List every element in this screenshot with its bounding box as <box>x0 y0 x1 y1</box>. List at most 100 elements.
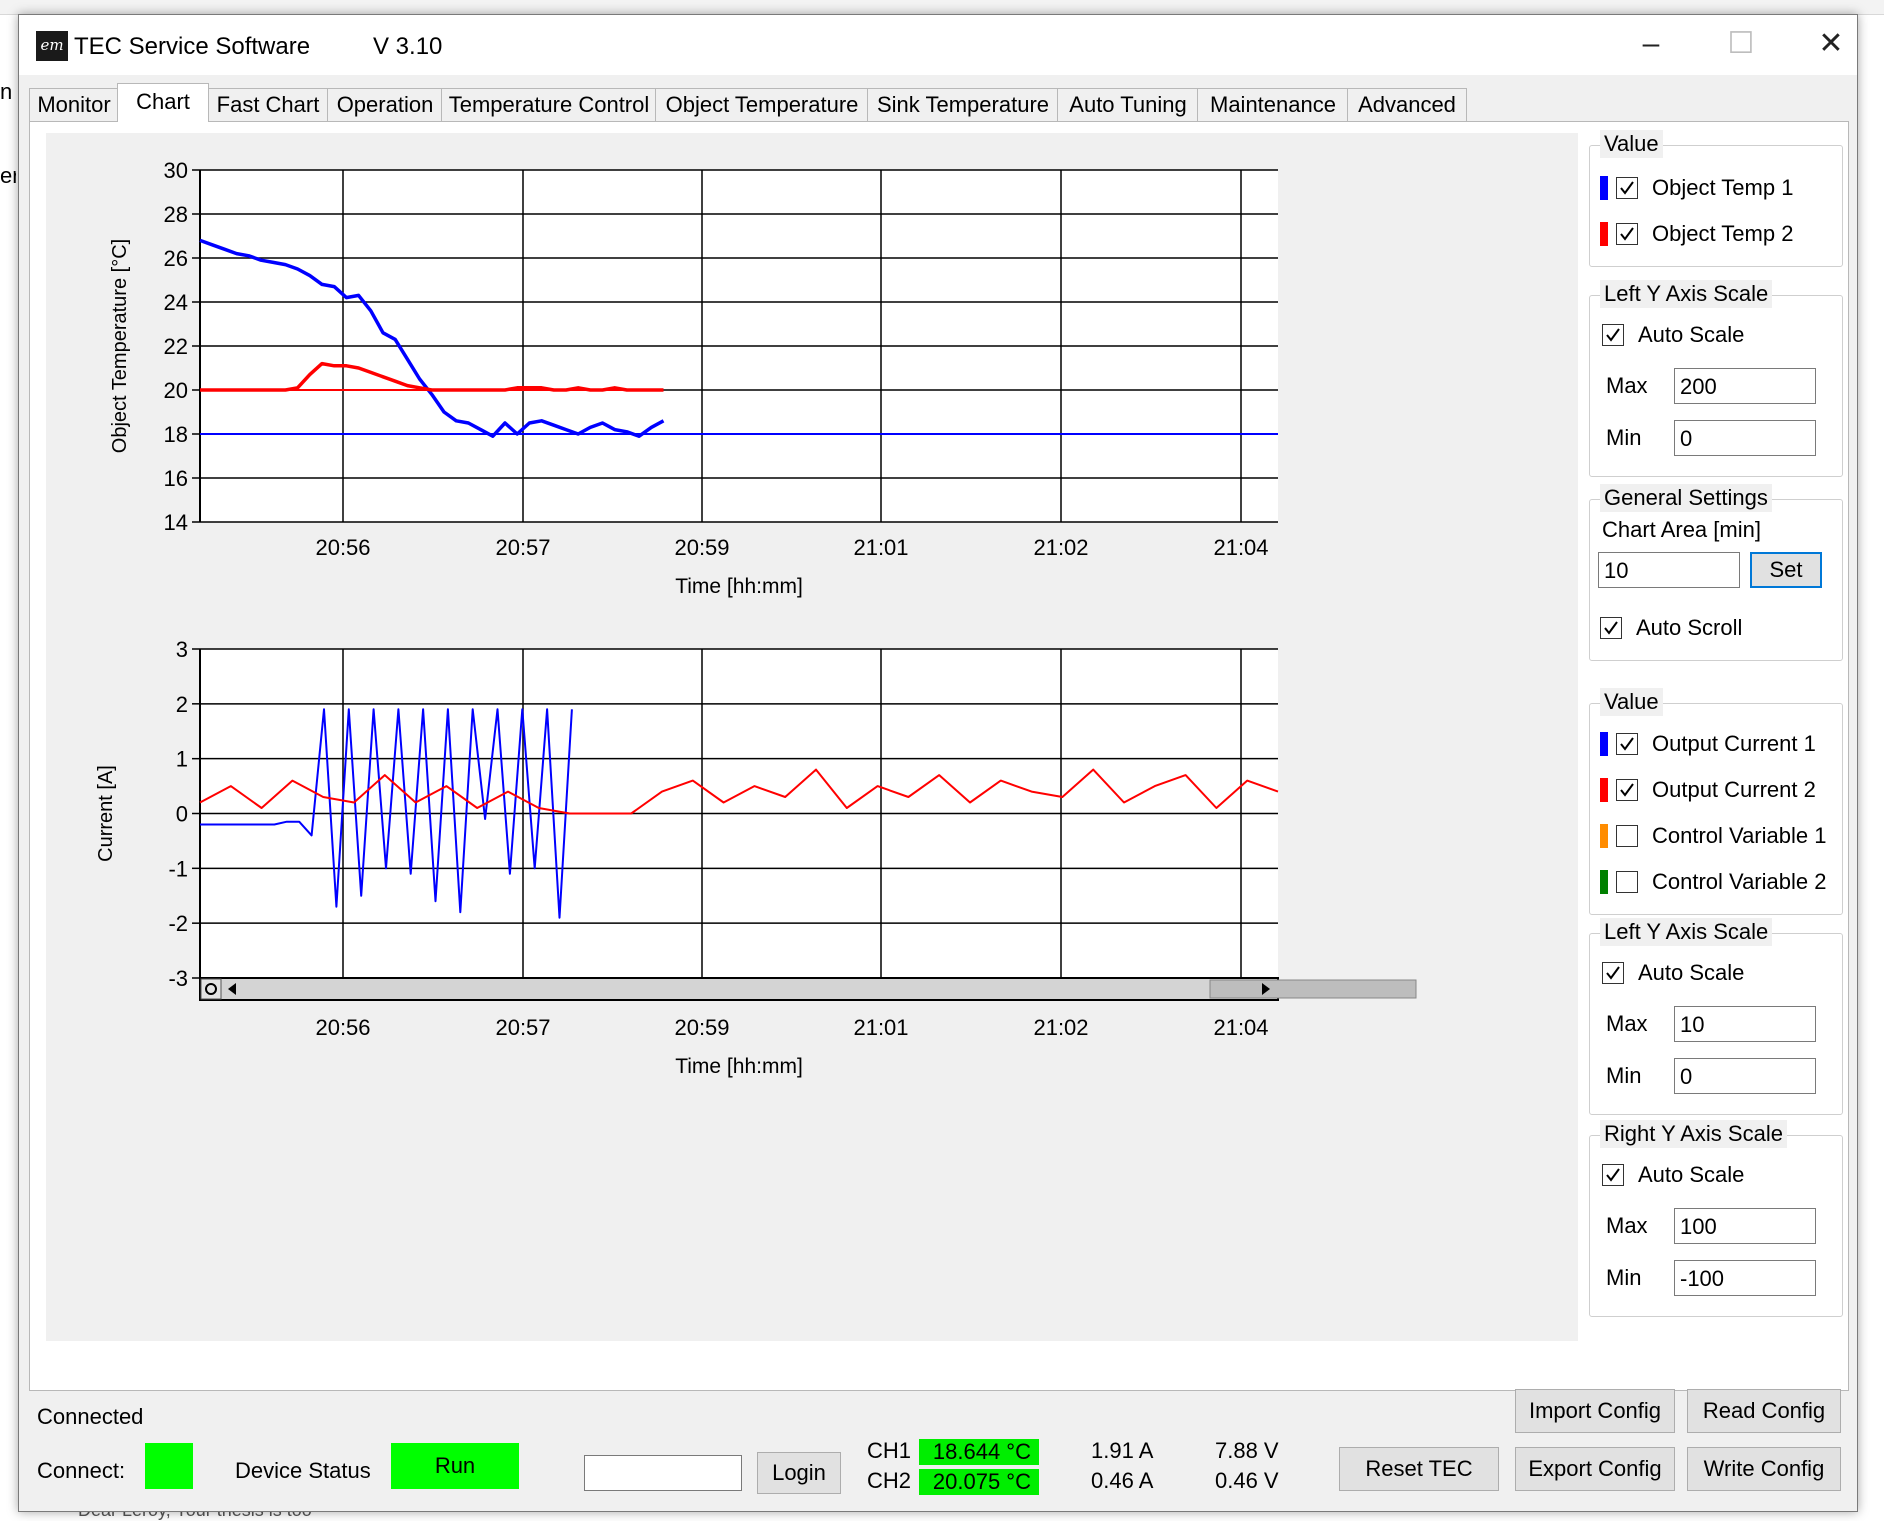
auto-scale-label: Auto Scale <box>1638 960 1745 985</box>
group-title: Value <box>1600 130 1663 158</box>
auto-scale-checkbox-current[interactable] <box>1602 962 1624 984</box>
tab-object-temperature[interactable]: Object Temperature <box>655 88 869 121</box>
charts-svg: 14161820222426283020:56 20:57 20:59 21:01 21… <box>95 158 1417 1078</box>
minimize-icon[interactable]: – <box>1609 15 1693 75</box>
tab-sink-temperature[interactable]: Sink Temperature <box>867 88 1059 121</box>
write-config-button[interactable]: Write Config <box>1687 1447 1841 1491</box>
x-tick-label: 20:57 <box>495 535 550 560</box>
output-current-1-color-swatch <box>1600 732 1608 756</box>
right-min-input[interactable]: -100 <box>1674 1260 1816 1296</box>
general-settings-group: General Settings Chart Area [min] 10 Set… <box>1589 484 1843 661</box>
tab-fast-chart[interactable]: Fast Chart <box>207 88 329 121</box>
max-input-temperature[interactable]: 200 <box>1674 368 1816 404</box>
y-axis-label: Current [A] <box>95 765 117 862</box>
auto-scale-label: Auto Scale <box>1638 1162 1745 1187</box>
object-temp-1-color-swatch <box>1600 176 1608 200</box>
control-variable-1-color-swatch <box>1600 824 1608 848</box>
object-temp-2-checkbox[interactable] <box>1616 223 1638 245</box>
login-button[interactable]: Login <box>757 1452 841 1494</box>
min-input-temperature[interactable]: 0 <box>1674 420 1816 456</box>
login-password-input[interactable] <box>584 1455 742 1491</box>
min-label: Min <box>1606 1063 1642 1088</box>
y-tick-label: 20 <box>164 378 188 403</box>
tab-auto-tuning[interactable]: Auto Tuning <box>1057 88 1199 121</box>
y-tick-label: -3 <box>168 966 188 991</box>
max-label: Max <box>1606 1213 1648 1238</box>
control-variable-1-label: Control Variable 1 <box>1652 823 1827 848</box>
output-current-2-color-swatch <box>1600 778 1608 802</box>
tab-operation[interactable]: Operation <box>327 88 443 121</box>
tec-service-window: em TEC Service Software V 3.10 – ☐ ✕ Mon… <box>18 14 1858 1512</box>
x-tick-label: 21:01 <box>853 535 908 560</box>
read-config-button[interactable]: Read Config <box>1687 1389 1841 1433</box>
reset-tec-button[interactable]: Reset TEC <box>1339 1447 1499 1491</box>
control-variable-2-color-swatch <box>1600 870 1608 894</box>
group-title: Left Y Axis Scale <box>1600 918 1773 946</box>
chart-area-input[interactable]: 10 <box>1598 552 1740 588</box>
object-temp-2-color-swatch <box>1600 222 1608 246</box>
object-temp-1-checkbox[interactable] <box>1616 177 1638 199</box>
ch1-temperature-value: 18.644 °C <box>919 1439 1039 1465</box>
auto-scale-label: Auto Scale <box>1638 322 1745 347</box>
connect-indicator <box>145 1443 193 1489</box>
group-title: Value <box>1600 688 1663 716</box>
x-tick-label: 20:57 <box>495 1015 550 1040</box>
auto-scale-checkbox-temperature[interactable] <box>1602 324 1624 346</box>
object-temp-2-label: Object Temp 2 <box>1652 221 1794 246</box>
x-tick-label: 20:59 <box>674 535 729 560</box>
export-config-button[interactable]: Export Config <box>1515 1447 1675 1491</box>
tab-temperature-control[interactable]: Temperature Control <box>441 88 657 121</box>
y-axis-label: Object Temperature [°C] <box>109 239 131 453</box>
min-input-current[interactable]: 0 <box>1674 1058 1816 1094</box>
max-input-current[interactable]: 10 <box>1674 1006 1816 1042</box>
connect-label: Connect: <box>37 1458 126 1483</box>
y-tick-label: 18 <box>164 422 188 447</box>
y-tick-label: 24 <box>164 290 188 315</box>
device-status-label: Device Status <box>235 1458 371 1483</box>
x-tick-label: 20:56 <box>315 535 370 560</box>
object-temp-1-label: Object Temp 1 <box>1652 175 1794 200</box>
max-label: Max <box>1606 1011 1648 1036</box>
output-current-1-checkbox[interactable] <box>1616 733 1638 755</box>
x-tick-label: 20:59 <box>674 1015 729 1040</box>
y-tick-label: 28 <box>164 202 188 227</box>
window-title: TEC Service Software <box>74 33 311 60</box>
x-axis-label: Time [hh:mm] <box>675 1055 803 1078</box>
right-auto-scale-checkbox[interactable] <box>1602 1164 1624 1186</box>
value-group-current: Value Output Current 1 Output Current 2 … <box>1589 688 1843 915</box>
output-current-1-label: Output Current 1 <box>1652 731 1816 756</box>
tab-monitor[interactable]: Monitor <box>29 88 119 121</box>
min-label: Min <box>1606 1265 1642 1290</box>
y-tick-label: 26 <box>164 246 188 271</box>
title-bar: em TEC Service Software V 3.10 – ☐ ✕ <box>19 15 1857 75</box>
left-y-axis-group-temperature: Left Y Axis Scale Auto Scale Max 200 Min… <box>1589 280 1843 477</box>
control-variable-1-checkbox[interactable] <box>1616 825 1638 847</box>
group-title: Left Y Axis Scale <box>1600 280 1773 308</box>
right-max-input[interactable]: 100 <box>1674 1208 1816 1244</box>
tab-advanced[interactable]: Advanced <box>1347 88 1467 121</box>
set-button[interactable]: Set <box>1750 552 1822 588</box>
y-tick-label: 3 <box>176 637 188 662</box>
tab-maintenance[interactable]: Maintenance <box>1197 88 1349 121</box>
ch1-current-value: 1.91 A <box>1091 1438 1154 1463</box>
chart-scrollbar <box>199 977 1279 1001</box>
y-tick-label: 1 <box>176 747 188 772</box>
control-variable-2-checkbox[interactable] <box>1616 871 1638 893</box>
y-tick-label: 14 <box>164 510 188 535</box>
max-label: Max <box>1606 373 1648 398</box>
import-config-button[interactable]: Import Config <box>1515 1389 1675 1433</box>
min-label: Min <box>1606 425 1642 450</box>
x-tick-label: 20:56 <box>315 1015 370 1040</box>
x-tick-label: 21:02 <box>1033 1015 1088 1040</box>
y-tick-label: 2 <box>176 692 188 717</box>
y-tick-label: -2 <box>168 911 188 936</box>
group-title: General Settings <box>1600 484 1772 512</box>
x-tick-label: 21:04 <box>1213 535 1268 560</box>
ch2-current-value: 0.46 A <box>1091 1468 1154 1493</box>
tab-chart[interactable]: Chart <box>117 83 209 122</box>
auto-scroll-label: Auto Scroll <box>1636 615 1743 640</box>
auto-scroll-checkbox[interactable] <box>1600 617 1622 639</box>
close-icon[interactable]: ✕ <box>1789 15 1873 75</box>
maximize-icon[interactable]: ☐ <box>1699 15 1783 75</box>
output-current-2-checkbox[interactable] <box>1616 779 1638 801</box>
